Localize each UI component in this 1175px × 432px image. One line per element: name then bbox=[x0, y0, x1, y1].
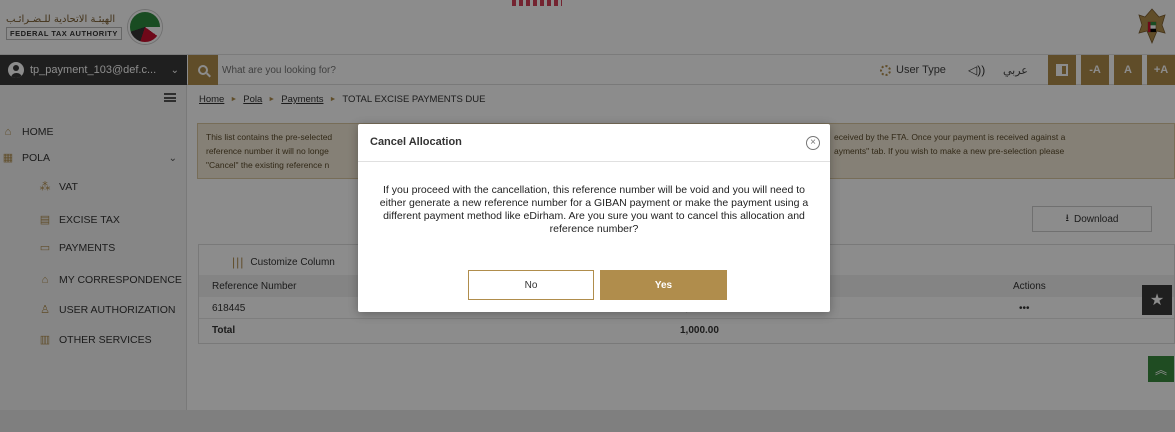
cancel-allocation-dialog: Cancel Allocation × If you proceed with … bbox=[358, 124, 830, 312]
no-button[interactable]: No bbox=[468, 270, 594, 300]
close-icon[interactable]: × bbox=[806, 136, 820, 150]
dialog-header: Cancel Allocation × bbox=[358, 124, 830, 162]
dialog-message: If you proceed with the cancellation, th… bbox=[379, 184, 809, 235]
dialog-title: Cancel Allocation bbox=[370, 136, 462, 148]
yes-button[interactable]: Yes bbox=[600, 270, 727, 300]
